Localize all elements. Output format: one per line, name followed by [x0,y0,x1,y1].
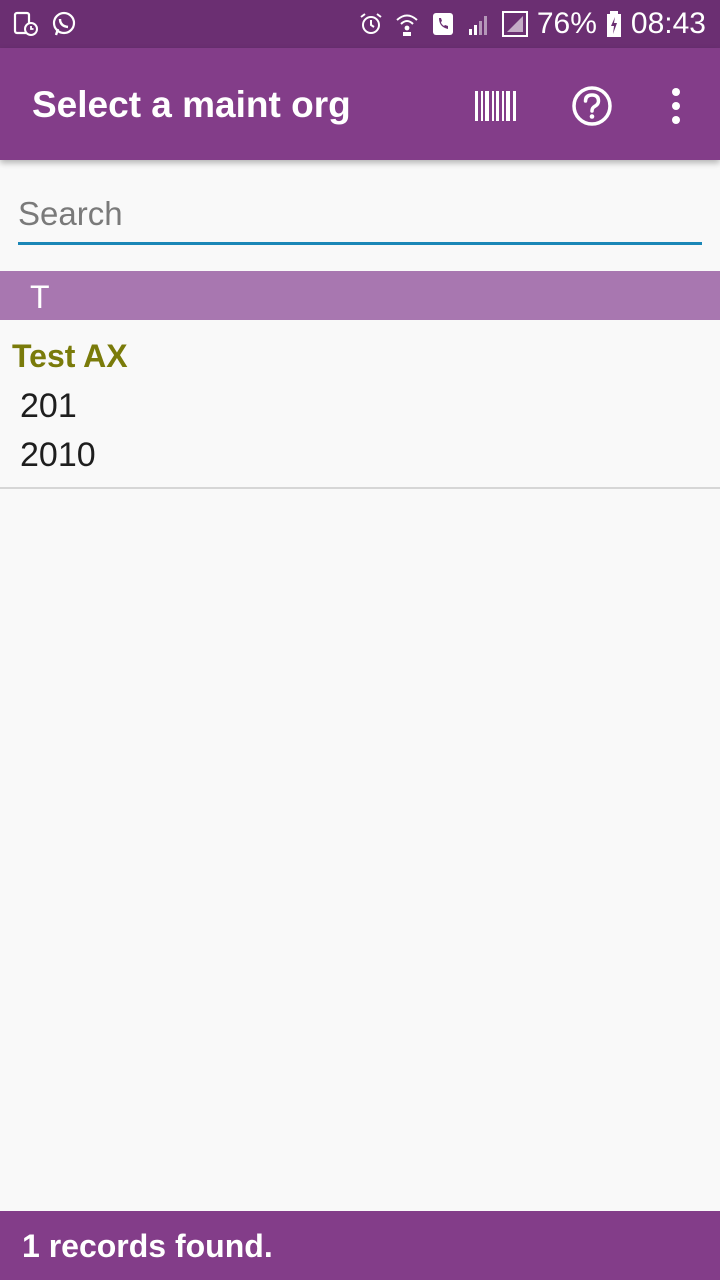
app-bar: Select a maint org [0,48,720,160]
help-button[interactable] [568,82,616,130]
device-clock-icon [12,10,40,38]
list-item-line-1: 201 [20,387,77,425]
wifi-call-icon [393,10,421,38]
barcode-icon [473,89,519,123]
barcode-scan-button[interactable] [472,82,520,130]
phone-icon [429,10,457,38]
battery-charging-icon [605,10,623,38]
whatsapp-icon [50,10,78,38]
search-input[interactable] [18,190,702,242]
section-header-letter: T [30,279,50,315]
status-bar: 76% 08:43 [0,0,720,48]
section-header: T [0,271,720,320]
help-icon [570,84,614,128]
clock-time: 08:43 [630,7,706,40]
more-vert-icon [670,86,682,126]
signal-icon [465,10,493,38]
list-item[interactable]: Test AX 201 2010 [0,320,720,489]
overflow-menu-button[interactable] [652,82,700,130]
search-field [18,190,702,246]
battery-percent: 76% [536,7,597,40]
list-item-line-2: 2010 [20,436,96,474]
records-count-text: 1 records found. [22,1228,273,1264]
list-item-title: Test AX [12,338,128,374]
search-underline [18,242,702,245]
status-bar-left [12,10,78,38]
sim-signal-icon [501,10,529,38]
page-title: Select a maint org [32,84,351,125]
status-bar-right: 76% 08:43 [357,6,706,42]
records-footer: 1 records found. [0,1211,720,1280]
alarm-icon [357,10,385,38]
